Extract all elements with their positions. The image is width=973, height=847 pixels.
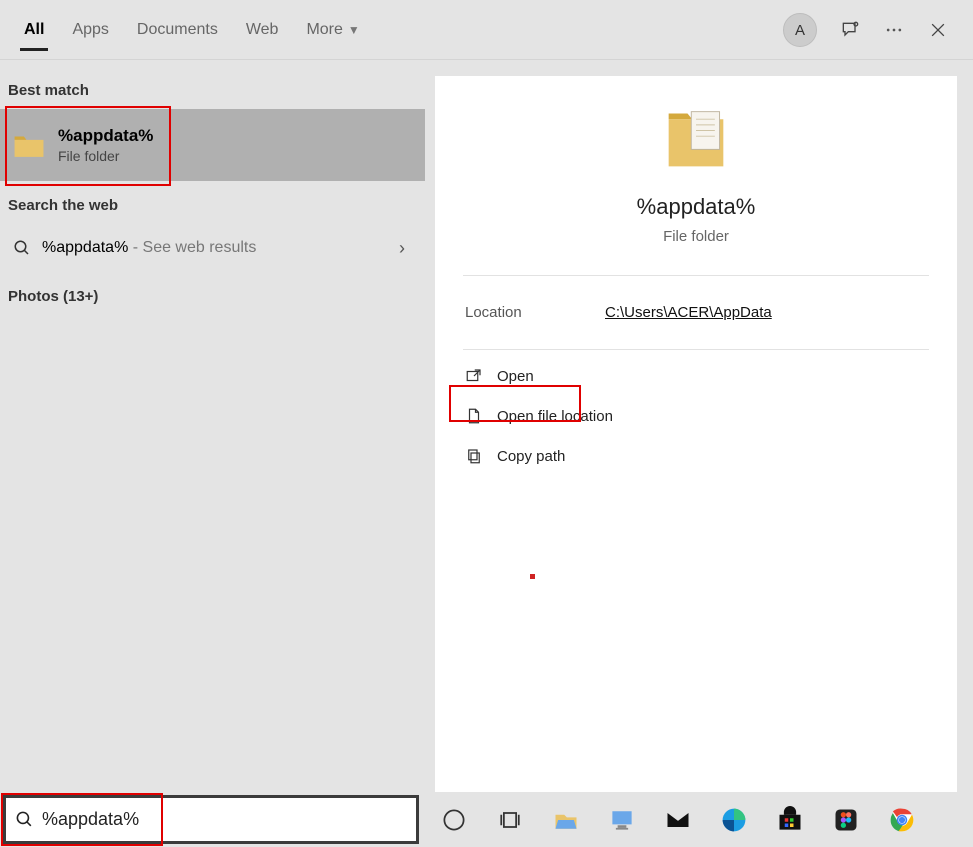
preview-panel: %appdata% File folder Location C:\Users\…: [435, 76, 957, 792]
best-match-subtitle: File folder: [58, 148, 153, 164]
open-icon: [465, 367, 493, 385]
action-open-location[interactable]: Open file location: [435, 396, 957, 436]
tab-more[interactable]: More▼: [292, 3, 373, 57]
best-match-title: %appdata%: [58, 126, 153, 146]
search-main: Best match %appdata% File folder Search …: [0, 60, 973, 792]
copy-icon: [465, 447, 493, 465]
annotation-dot: [530, 574, 535, 579]
settings-monitor-icon[interactable]: [606, 804, 638, 836]
taskbar-icons: [438, 804, 918, 836]
action-copy-path[interactable]: Copy path: [435, 436, 957, 476]
preview-title: %appdata%: [445, 194, 947, 220]
section-best-match-label: Best match: [0, 66, 425, 109]
chevron-right-icon: ›: [399, 238, 413, 259]
search-query-text: %appdata%: [42, 809, 139, 830]
search-icon: [6, 810, 42, 829]
tab-web[interactable]: Web: [232, 3, 293, 57]
results-column: Best match %appdata% File folder Search …: [0, 60, 425, 792]
edge-icon[interactable]: [718, 804, 750, 836]
search-input[interactable]: %appdata%: [3, 795, 419, 844]
location-value[interactable]: C:\Users\ACER\AppData: [605, 304, 772, 321]
section-web-label: Search the web: [0, 181, 425, 224]
header-tabs: All Apps Documents Web More▼: [10, 0, 374, 60]
tab-all[interactable]: All: [10, 3, 58, 57]
action-open-location-label: Open file location: [493, 408, 613, 425]
tab-documents[interactable]: Documents: [123, 3, 232, 57]
web-result-suffix: - See web results: [128, 239, 256, 256]
divider: [463, 349, 929, 350]
divider: [463, 275, 929, 276]
preview-header: %appdata% File folder: [435, 76, 957, 269]
user-avatar[interactable]: A: [783, 13, 817, 47]
mail-icon[interactable]: [662, 804, 694, 836]
feedback-icon[interactable]: [839, 19, 861, 41]
chrome-icon[interactable]: [886, 804, 918, 836]
folder-large-icon: [663, 106, 729, 176]
task-view-icon[interactable]: [494, 804, 526, 836]
search-header: All Apps Documents Web More▼ A: [0, 0, 973, 60]
action-open[interactable]: Open: [435, 356, 957, 396]
store-icon[interactable]: [774, 804, 806, 836]
action-open-label: Open: [493, 368, 534, 385]
web-result-query: %appdata%: [42, 239, 128, 256]
preview-subtitle: File folder: [445, 228, 947, 245]
more-options-icon[interactable]: [883, 19, 905, 41]
best-match-text: %appdata% File folder: [58, 126, 153, 164]
tab-apps[interactable]: Apps: [58, 3, 122, 57]
cortana-icon[interactable]: [438, 804, 470, 836]
web-result-row[interactable]: %appdata% - See web results ›: [0, 224, 425, 272]
location-row: Location C:\Users\ACER\AppData: [435, 282, 957, 343]
open-location-icon: [465, 407, 493, 425]
file-explorer-icon[interactable]: [550, 804, 582, 836]
avatar-letter: A: [795, 22, 805, 39]
search-icon: [8, 239, 36, 257]
best-match-result[interactable]: %appdata% File folder: [0, 109, 425, 181]
figma-icon[interactable]: [830, 804, 862, 836]
web-result-text: %appdata% - See web results: [36, 239, 399, 257]
close-icon[interactable]: [927, 19, 949, 41]
action-copy-path-label: Copy path: [493, 448, 565, 465]
chevron-down-icon: ▼: [348, 23, 360, 37]
folder-icon: [12, 128, 46, 162]
section-photos-label[interactable]: Photos (13+): [0, 272, 425, 315]
preview-column: %appdata% File folder Location C:\Users\…: [425, 60, 973, 792]
location-label: Location: [465, 304, 605, 321]
header-icons: A: [783, 0, 963, 60]
